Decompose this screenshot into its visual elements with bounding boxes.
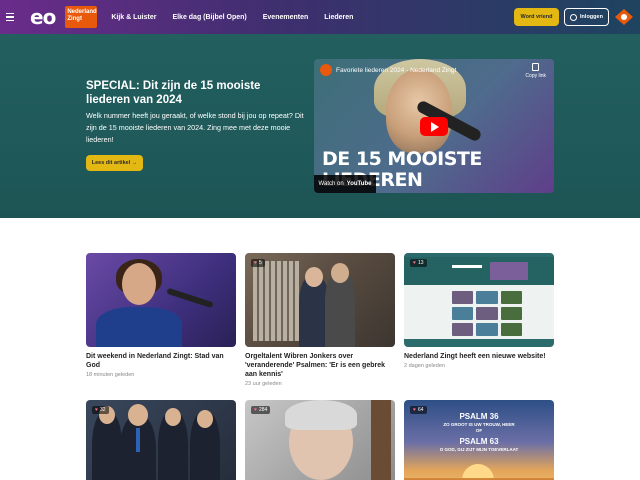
likes-badge: ♥ 5 [251, 259, 265, 267]
likes-badge: ♥ 284 [251, 406, 271, 414]
read-article-button[interactable]: Lees dit artikel → [86, 155, 143, 171]
article-thumbnail[interactable]: ♥ 284 [245, 400, 395, 480]
heart-icon: ♥ [254, 260, 257, 266]
nav-liederen[interactable]: Liederen [324, 14, 353, 21]
article-card[interactable]: ♥ 284 [245, 400, 395, 480]
article-thumbnail[interactable]: ♥ 5 [245, 253, 395, 347]
nav-elke-dag[interactable]: Elke dag (Bijbel Open) [172, 14, 246, 21]
video-title[interactable]: Favoriete liederen 2024 - Nederland Zing… [320, 64, 456, 76]
login-button[interactable]: Inloggen [564, 8, 609, 26]
article-card[interactable]: ♥ 13 Nederland Zingt heeft een nieuwe web… [404, 253, 554, 369]
top-navigation-bar: eo Nederland Zingt Kijk & Luister Elke d… [0, 0, 640, 34]
login-label: Inloggen [580, 14, 603, 20]
article-card[interactable]: ♥ 5 Orgeltalent Wibren Jonkers over 'vera… [245, 253, 395, 387]
play-icon [431, 121, 439, 132]
article-thumbnail[interactable] [86, 253, 236, 347]
nederland-zingt-logo[interactable]: Nederland Zingt [65, 6, 98, 28]
watch-on-youtube-button[interactable]: Watch on YouTube [314, 175, 376, 193]
heart-icon: ♥ [413, 407, 416, 413]
main-nav: Kijk & Luister Elke dag (Bijbel Open) Ev… [111, 14, 353, 21]
article-title[interactable]: Nederland Zingt heeft een nieuwe website… [404, 352, 554, 361]
nav-evenementen[interactable]: Evenementen [263, 14, 309, 21]
article-title[interactable]: Orgeltalent Wibren Jonkers over 'verande… [245, 352, 395, 379]
article-thumbnail[interactable]: PSALM 36 ZO GROOT IS UW TROUW, HEER OF P… [404, 400, 554, 480]
heart-icon: ♥ [254, 407, 257, 413]
copy-icon [532, 63, 540, 71]
nav-kijk-luister[interactable]: Kijk & Luister [111, 14, 156, 21]
article-card[interactable]: Dit weekend in Nederland Zingt: Stad van… [86, 253, 236, 378]
article-card[interactable]: PSALM 36 ZO GROOT IS UW TROUW, HEER OF P… [404, 400, 554, 480]
article-timestamp: 18 minuten geleden [86, 372, 135, 378]
likes-badge: ♥ 64 [410, 406, 427, 414]
article-timestamp: 23 uur geleden [245, 381, 282, 387]
channel-avatar-icon [320, 64, 332, 76]
user-icon [570, 13, 578, 21]
hero-title: SPECIAL: Dit zijn de 15 mooiste liederen… [86, 80, 261, 106]
youtube-video-embed[interactable]: Favoriete liederen 2024 - Nederland Zing… [314, 59, 554, 193]
article-thumbnail[interactable]: ♥ 32 [86, 400, 236, 480]
article-timestamp: 2 dagen geleden [404, 363, 445, 369]
become-friend-button[interactable]: Word vriend [514, 8, 559, 26]
thumbnail-caption: PSALM 36 ZO GROOT IS UW TROUW, HEER OF P… [439, 412, 519, 452]
eo-logo[interactable]: eo [30, 5, 56, 29]
article-card[interactable]: ♥ 32 [86, 400, 236, 480]
heart-icon: ♥ [413, 260, 416, 266]
play-button[interactable] [420, 117, 448, 136]
likes-badge: ♥ 13 [410, 259, 427, 267]
heart-icon: ♥ [95, 407, 98, 413]
hero-description: Welk nummer heeft jou geraakt, of welke … [86, 111, 304, 144]
hero-section: SPECIAL: Dit zijn de 15 mooiste liederen… [0, 34, 640, 218]
npo-logo-icon[interactable] [614, 8, 634, 26]
copy-link-button[interactable]: Copy link [525, 63, 546, 79]
article-thumbnail[interactable]: ♥ 13 [404, 253, 554, 347]
likes-badge: ♥ 32 [92, 406, 109, 414]
hamburger-menu-icon[interactable] [6, 12, 26, 22]
article-title[interactable]: Dit weekend in Nederland Zingt: Stad van… [86, 352, 236, 370]
